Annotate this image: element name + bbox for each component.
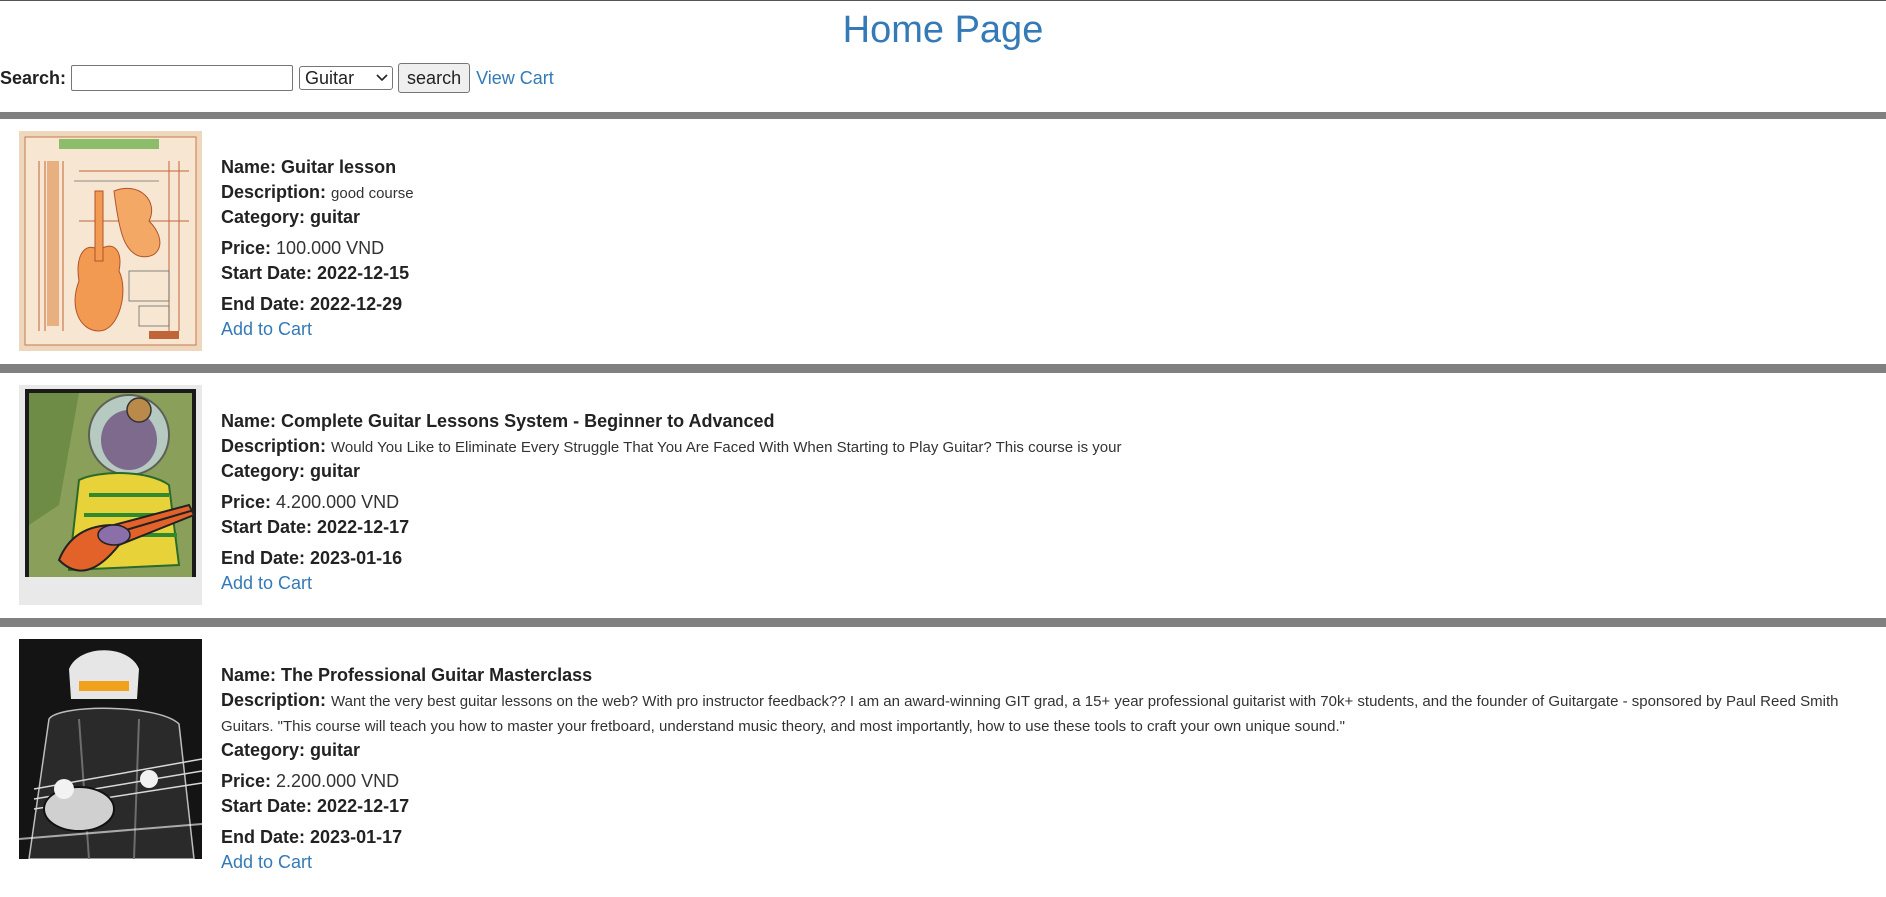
product-info: Name: Guitar lesson Description: good co… bbox=[221, 131, 414, 342]
add-to-cart-link[interactable]: Add to Cart bbox=[221, 573, 312, 593]
chevron-down-icon bbox=[376, 71, 388, 85]
view-cart-link[interactable]: View Cart bbox=[476, 68, 554, 89]
product-category: guitar bbox=[310, 461, 361, 481]
product-name-label: Name: bbox=[221, 157, 277, 177]
product-description: Would You Like to Eliminate Every Strugg… bbox=[331, 439, 1122, 456]
product-start-date: 2022-12-17 bbox=[317, 796, 410, 816]
product-item: Name: Guitar lesson Description: good co… bbox=[0, 119, 1886, 364]
category-select-value: Guitar bbox=[305, 67, 355, 88]
product-end-date: 2022-12-29 bbox=[310, 294, 403, 314]
divider bbox=[0, 112, 1886, 119]
product-description-label: Description: bbox=[221, 690, 327, 710]
product-category: guitar bbox=[310, 740, 361, 760]
category-select[interactable]: Guitar bbox=[299, 66, 394, 90]
product-category: guitar bbox=[310, 207, 361, 227]
product-start-date-label: Start Date: bbox=[221, 796, 313, 816]
product-start-date-label: Start Date: bbox=[221, 517, 313, 537]
product-name-label: Name: bbox=[221, 665, 277, 685]
product-price-label: Price: bbox=[221, 771, 272, 791]
product-price: 4.200.000 VND bbox=[276, 492, 400, 512]
product-price: 2.200.000 VND bbox=[276, 771, 400, 791]
product-info: Name: Complete Guitar Lessons System - B… bbox=[221, 385, 1121, 596]
search-bar: Search: Guitar search View Cart bbox=[0, 62, 1886, 94]
product-name: Guitar lesson bbox=[281, 157, 397, 177]
product-image bbox=[19, 131, 202, 351]
search-input[interactable] bbox=[71, 65, 294, 91]
product-description-label: Description: bbox=[221, 436, 327, 456]
product-price-label: Price: bbox=[221, 238, 272, 258]
product-end-date-label: End Date: bbox=[221, 548, 306, 568]
product-item: Name: Complete Guitar Lessons System - B… bbox=[0, 373, 1886, 618]
product-category-label: Category: bbox=[221, 207, 306, 227]
product-price-label: Price: bbox=[221, 492, 272, 512]
product-name: The Professional Guitar Masterclass bbox=[281, 665, 593, 685]
product-info: Name: The Professional Guitar Masterclas… bbox=[221, 639, 1886, 875]
product-start-date-label: Start Date: bbox=[221, 263, 313, 283]
divider bbox=[0, 618, 1886, 627]
search-button[interactable]: search bbox=[398, 63, 471, 93]
divider bbox=[0, 364, 1886, 373]
product-end-date: 2023-01-17 bbox=[310, 827, 403, 847]
add-to-cart-link[interactable]: Add to Cart bbox=[221, 319, 312, 339]
product-item: Name: The Professional Guitar Masterclas… bbox=[0, 627, 1886, 872]
product-name: Complete Guitar Lessons System - Beginne… bbox=[281, 411, 775, 431]
add-to-cart-link[interactable]: Add to Cart bbox=[221, 852, 312, 872]
product-end-date-label: End Date: bbox=[221, 827, 306, 847]
product-price: 100.000 VND bbox=[276, 238, 385, 258]
product-description-label: Description: bbox=[221, 182, 327, 202]
product-start-date: 2022-12-15 bbox=[317, 263, 410, 283]
search-label: Search: bbox=[0, 67, 67, 88]
product-end-date: 2023-01-16 bbox=[310, 548, 403, 568]
product-description: Want the very best guitar lessons on the… bbox=[221, 693, 1839, 735]
product-name-label: Name: bbox=[221, 411, 277, 431]
product-start-date: 2022-12-17 bbox=[317, 517, 410, 537]
page-title: Home Page bbox=[842, 9, 1044, 51]
product-end-date-label: End Date: bbox=[221, 294, 306, 314]
product-image bbox=[19, 385, 202, 605]
product-image bbox=[19, 639, 202, 859]
product-category-label: Category: bbox=[221, 740, 306, 760]
product-category-label: Category: bbox=[221, 461, 306, 481]
product-description: good course bbox=[331, 185, 414, 202]
